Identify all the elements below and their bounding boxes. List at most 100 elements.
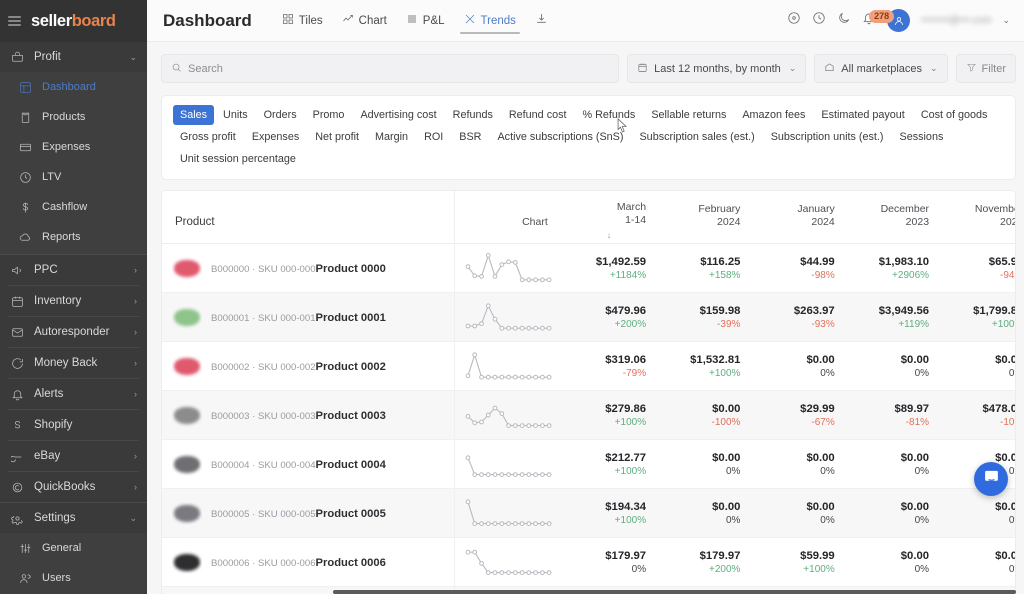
metric-value: $1,983.10 — [878, 255, 930, 268]
sidebar-item-autoresponder[interactable]: Autoresponder › — [0, 317, 147, 347]
table-column-header-m3[interactable]: December 2023 — [844, 191, 940, 244]
sidebar-item-inventory[interactable]: Inventory › — [0, 286, 147, 316]
metric-chip[interactable]: Refund cost — [502, 105, 574, 125]
metric-chip[interactable]: Refunds — [446, 105, 500, 125]
metric-chip[interactable]: ROI — [417, 127, 450, 147]
filter-button[interactable]: Filter — [955, 54, 1016, 83]
table-column-header-m0[interactable]: March 1-14 ↓ — [561, 191, 657, 244]
metric-chip[interactable]: Promo — [306, 105, 352, 125]
sidebar-item-money-back[interactable]: Money Back › — [0, 348, 147, 378]
sidebar-item-cashflow[interactable]: Cashflow — [0, 192, 147, 222]
tab-pl[interactable]: P&L — [398, 0, 453, 42]
metric-chip[interactable]: Subscription sales (est.) — [632, 127, 761, 147]
table-column-header-m2[interactable]: January 2024 — [750, 191, 845, 244]
sparkline-cell — [453, 292, 562, 342]
value-cell: $212.77 +100% — [561, 439, 657, 489]
metric-delta: +200% — [614, 318, 647, 330]
value-cell: $179.97 +200% — [656, 537, 751, 587]
table-row[interactable]: B000001 · SKU 000-001Product 0001 $479.96… — [162, 292, 1015, 342]
table-row[interactable]: B000003 · SKU 000-003Product 0003 $279.86… — [162, 390, 1015, 440]
sidebar-item-profit[interactable]: Profit ⌄ — [0, 42, 147, 72]
history-icon[interactable] — [812, 11, 826, 30]
sparkline-cell — [453, 341, 562, 391]
sidebar-item-ppc[interactable]: PPC › — [0, 255, 147, 285]
column-header-line1: March — [616, 201, 647, 213]
product-thumbnail — [172, 501, 202, 525]
marketplace-selector[interactable]: All marketplaces ⌄ — [814, 54, 948, 83]
table-row[interactable]: B000000 · SKU 000-000Product 0000 $1,492.… — [162, 243, 1015, 293]
product-thumbnail — [172, 256, 202, 280]
horizontal-scrollbar[interactable] — [333, 590, 1016, 594]
tab-tiles[interactable]: Tiles — [274, 0, 331, 42]
metric-chip[interactable]: Advertising cost — [353, 105, 443, 125]
metric-chip[interactable]: Subscription units (est.) — [764, 127, 891, 147]
metric-delta: 0% — [820, 465, 835, 477]
product-cell[interactable]: B000004 · SKU 000-004Product 0004 — [162, 439, 455, 489]
hamburger-icon[interactable] — [8, 13, 25, 30]
metric-chip[interactable]: Sessions — [893, 127, 951, 147]
product-cell[interactable]: B000005 · SKU 000-005Product 0005 — [162, 488, 455, 538]
sidebar-item-general[interactable]: General — [0, 533, 147, 563]
metric-chip[interactable]: Net profit — [308, 127, 366, 147]
tab-chart[interactable]: Chart — [334, 0, 395, 42]
sidebar-brand[interactable]: sellerboard — [0, 0, 147, 42]
tab-trends[interactable]: Trends — [456, 0, 524, 42]
table-column-header-chart[interactable]: Chart — [453, 191, 562, 244]
sidebar-item-products[interactable]: Products — [0, 102, 147, 132]
dark-mode-icon[interactable] — [837, 11, 851, 30]
sidebar-item-quickbooks[interactable]: QuickBooks › — [0, 472, 147, 502]
table-row[interactable]: B000006 · SKU 000-006Product 0006 $179.97… — [162, 537, 1015, 587]
metric-chip[interactable]: Gross profit — [173, 127, 243, 147]
sidebar-label-general: General — [42, 542, 82, 554]
value-cell: $279.86 +100% — [561, 390, 657, 440]
sidebar-item-dashboard[interactable]: Dashboard — [0, 72, 147, 102]
download-button[interactable] — [527, 12, 556, 30]
sidebar-item-shopify[interactable]: Shopify — [0, 410, 147, 440]
metric-chip[interactable]: Amazon fees — [735, 105, 812, 125]
value-cell: $1,983.10 +2906% — [844, 243, 940, 293]
sidebar-item-ebay[interactable]: eBay › — [0, 441, 147, 471]
metric-chip[interactable]: Estimated payout — [814, 105, 911, 125]
table-column-header-m4[interactable]: November2023 — [939, 191, 1015, 244]
product-cell[interactable]: B000002 · SKU 000-002Product 0002 — [162, 341, 455, 391]
chat-bubble-button[interactable] — [974, 462, 1008, 496]
metric-chip[interactable]: Cost of goods — [914, 105, 995, 125]
metric-chip[interactable]: Unit session percentage — [173, 149, 303, 169]
reports-icon — [18, 230, 33, 245]
table-row[interactable]: B000004 · SKU 000-004Product 0004 $212.77… — [162, 439, 1015, 489]
metric-chip[interactable]: Margin — [368, 127, 415, 147]
sidebar-item-users[interactable]: Users — [0, 563, 147, 593]
sidebar-item-expenses[interactable]: Expenses — [0, 132, 147, 162]
product-cell[interactable]: B000006 · SKU 000-006Product 0006 — [162, 537, 455, 587]
value-cell: $0.000% — [750, 341, 845, 391]
product-cell[interactable]: B000001 · SKU 000-001Product 0001 — [162, 292, 455, 342]
metric-chip[interactable]: Orders — [257, 105, 304, 125]
chevron-down-icon[interactable]: ⌄ — [1002, 15, 1010, 26]
sidebar-item-ltv[interactable]: LTV — [0, 162, 147, 192]
expenses-icon — [18, 140, 33, 155]
notifications-button[interactable]: 278 — [862, 10, 895, 30]
search-box[interactable] — [161, 54, 620, 83]
metric-chip[interactable]: Units — [216, 105, 255, 125]
metric-chip[interactable]: BSR — [452, 127, 488, 147]
table-column-header-product[interactable]: Product — [162, 191, 455, 244]
table-column-header-m1[interactable]: February 2024 — [656, 191, 751, 244]
product-cell[interactable]: B000000 · SKU 000-000Product 0000 — [162, 243, 455, 293]
metric-chip[interactable]: Expenses — [245, 127, 306, 147]
table-row[interactable]: B000005 · SKU 000-005Product 0005 $194.34… — [162, 488, 1015, 538]
dashboard-icon — [18, 80, 33, 95]
metric-chip[interactable]: Sales — [173, 105, 215, 125]
chat-bubble-icon — [983, 468, 1000, 490]
sidebar-item-alerts[interactable]: Alerts › — [0, 379, 147, 409]
metric-chip[interactable]: % Refunds — [576, 105, 643, 125]
sidebar-item-reports[interactable]: Reports — [0, 222, 147, 252]
date-range-selector[interactable]: Last 12 months, by month ⌄ — [627, 54, 807, 83]
sidebar-label-profit: Profit — [34, 51, 61, 63]
help-icon[interactable] — [787, 11, 801, 30]
sidebar-item-settings[interactable]: Settings ⌄ — [0, 503, 147, 533]
metric-chip[interactable]: Sellable returns — [644, 105, 733, 125]
table-row[interactable]: B000002 · SKU 000-002Product 0002 $319.06… — [162, 341, 1015, 391]
search-input[interactable] — [188, 62, 610, 75]
product-cell[interactable]: B000003 · SKU 000-003Product 0003 — [162, 390, 455, 440]
metric-chip[interactable]: Active subscriptions (SnS) — [490, 127, 630, 147]
